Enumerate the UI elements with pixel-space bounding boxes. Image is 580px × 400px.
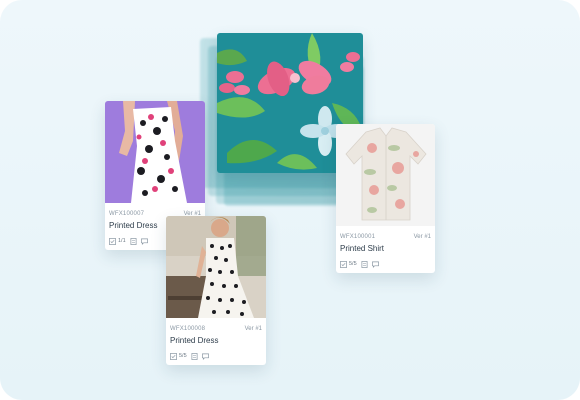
document-icon[interactable] [361,260,368,268]
product-title: Printed Shirt [340,244,385,253]
version-label: Ver #1 [413,234,431,240]
card-meta: WFX100001 Ver #1 Printed Shirt 5/5 [336,234,435,270]
sku-code: WFX100008 [170,326,206,332]
task-count: 5/5 [349,261,357,267]
product-title: Printed Dress [170,336,219,345]
comment-icon[interactable] [201,353,209,360]
sku-code: WFX100007 [109,211,145,217]
task-count: 5/5 [179,353,187,359]
card-action-icons: 1/1 [109,237,148,245]
product-card-polka-dress[interactable]: WFX100008 Ver #1 Printed Dress 5/5 [166,216,266,365]
checklist-icon[interactable] [170,352,177,360]
floral-shirt-photo [336,124,435,226]
floral-dress-photo [105,101,205,203]
product-title: Printed Dress [109,221,158,230]
card-action-icons: 5/5 [340,260,379,268]
hero-canvas: WFX100007 Ver #1 Printed Dress 1/1 WFX10… [0,0,580,400]
sku-code: WFX100001 [340,234,376,240]
version-label: Ver #1 [244,326,262,332]
task-count: 1/1 [118,238,126,244]
card-meta: WFX100008 Ver #1 Printed Dress 5/5 [166,326,266,362]
document-icon[interactable] [191,352,198,360]
polka-dress-photo [166,216,266,318]
comment-icon[interactable] [140,238,148,245]
checklist-icon[interactable] [109,237,116,245]
checklist-icon[interactable] [340,260,347,268]
card-action-icons: 5/5 [170,352,209,360]
comment-icon[interactable] [371,261,379,268]
product-card-printed-shirt[interactable]: WFX100001 Ver #1 Printed Shirt 5/5 [336,124,435,273]
document-icon[interactable] [130,237,137,245]
